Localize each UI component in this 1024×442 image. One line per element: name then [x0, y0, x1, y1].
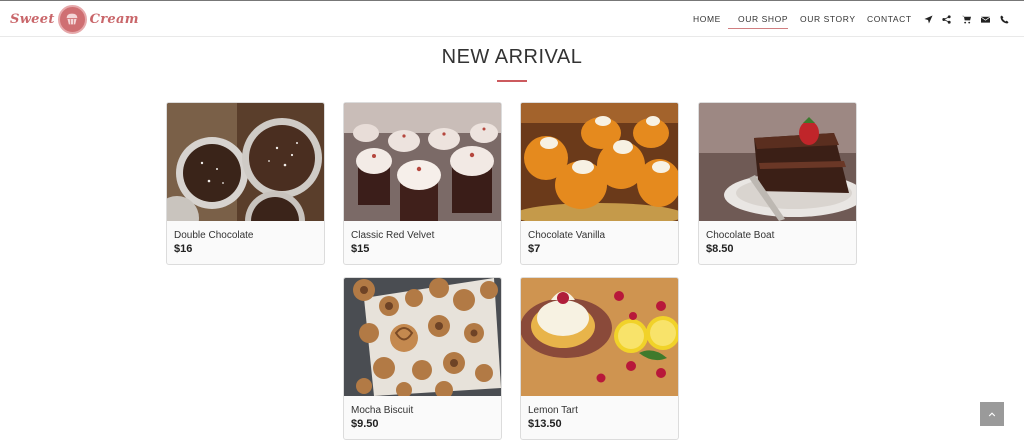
- nav-our-shop[interactable]: OUR SHOP: [738, 14, 788, 24]
- brand-logo[interactable]: Sweet Cream: [10, 4, 139, 34]
- product-name: Mocha Biscuit: [351, 405, 414, 416]
- back-to-top-button[interactable]: [980, 402, 1004, 426]
- product-price: $16: [174, 243, 193, 255]
- product-price: $13.50: [528, 418, 562, 430]
- product-name: Chocolate Vanilla: [528, 230, 606, 241]
- brand-name-left: Sweet: [10, 11, 55, 27]
- chevron-up-icon: [988, 412, 996, 417]
- product-card-chocolate-vanilla[interactable]: Chocolate Vanilla $7: [520, 102, 679, 265]
- title-divider: [497, 80, 527, 82]
- product-card-chocolate-boat[interactable]: Chocolate Boat $8.50: [698, 102, 857, 265]
- product-card-mocha-biscuit[interactable]: Mocha Biscuit $9.50: [343, 277, 502, 440]
- product-card-double-chocolate[interactable]: Double Chocolate $16: [166, 102, 325, 265]
- product-image: [699, 103, 856, 221]
- product-price: $9.50: [351, 418, 379, 430]
- product-image: [521, 103, 678, 221]
- nav-contact[interactable]: CONTACT: [867, 14, 912, 24]
- product-image: [167, 103, 324, 221]
- location-arrow-icon[interactable]: [922, 13, 934, 25]
- product-name: Double Chocolate: [174, 230, 254, 241]
- share-icon[interactable]: [940, 13, 952, 25]
- phone-icon[interactable]: [998, 13, 1010, 25]
- mail-icon[interactable]: [979, 13, 991, 25]
- product-card-classic-red-velvet[interactable]: Classic Red Velvet $15: [343, 102, 502, 265]
- product-price: $7: [528, 243, 541, 255]
- active-nav-underline: [728, 28, 788, 29]
- product-image: [521, 278, 678, 396]
- product-price: $8.50: [706, 243, 734, 255]
- nav-home[interactable]: HOME: [693, 14, 721, 24]
- product-name: Classic Red Velvet: [351, 230, 435, 241]
- cupcake-icon: [57, 4, 87, 34]
- product-card-lemon-tart[interactable]: Lemon Tart $13.50: [520, 277, 679, 440]
- cart-icon[interactable]: [960, 13, 972, 25]
- product-name: Lemon Tart: [528, 405, 578, 416]
- product-name: Chocolate Boat: [706, 230, 775, 241]
- product-image: [344, 278, 501, 396]
- top-navbar: Sweet Cream HOME OUR SHOP OUR STORY CONT…: [0, 0, 1024, 37]
- product-price: $15: [351, 243, 370, 255]
- section-title: NEW ARRIVAL: [441, 46, 583, 68]
- nav-our-story[interactable]: OUR STORY: [800, 14, 856, 24]
- brand-name-right: Cream: [89, 11, 139, 27]
- product-image: [344, 103, 501, 221]
